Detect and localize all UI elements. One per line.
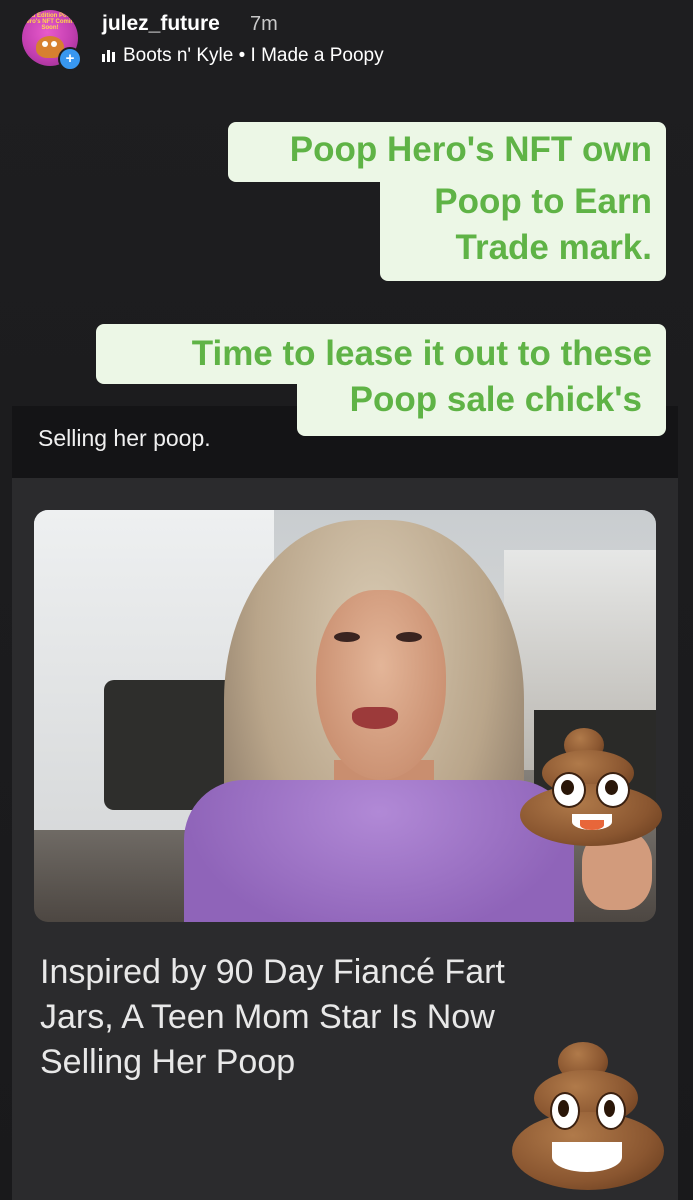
caption-1-line-3: Trade mark. <box>455 228 653 267</box>
article-photo[interactable] <box>34 510 656 922</box>
caption-1-line-1: Poop Hero's NFT own <box>289 130 652 169</box>
caption-2-line-1: Time to lease it out to these <box>191 334 652 373</box>
music-title: Boots n' Kyle • I Made a Poopy <box>123 45 384 66</box>
music-attribution[interactable]: Boots n' Kyle • I Made a Poopy <box>102 45 384 67</box>
caption-box-1: Poop Hero's NFT own <box>228 122 666 182</box>
headline-line-1: Inspired by 90 Day Fiancé Fart <box>40 953 505 991</box>
post-caption: Selling her poop. <box>38 425 211 451</box>
caption-box-1-lower: Poop to Earn Trade mark. <box>380 176 666 281</box>
caption-2-line-2: Poop sale chick's <box>349 380 642 419</box>
username[interactable]: julez_future <box>102 12 220 36</box>
music-bars-icon <box>102 50 115 62</box>
caption-box-2: Time to lease it out to these <box>96 324 666 384</box>
caption-box-2-lower: Poop sale chick's <box>297 378 666 436</box>
caption-1-line-2: Poop to Earn <box>434 182 652 221</box>
post-time: 7m <box>250 13 278 35</box>
avatar-text: 3rd Edition Poop Hero's NFT Coming Soon! <box>22 13 78 31</box>
story-view: 3rd Edition Poop Hero's NFT Coming Soon!… <box>0 0 693 1200</box>
poop-emoji-icon <box>510 1042 666 1192</box>
poop-emoji-icon <box>516 728 666 848</box>
add-story-icon[interactable]: + <box>58 47 82 71</box>
headline-line-2: Jars, A Teen Mom Star Is Now <box>40 998 495 1036</box>
